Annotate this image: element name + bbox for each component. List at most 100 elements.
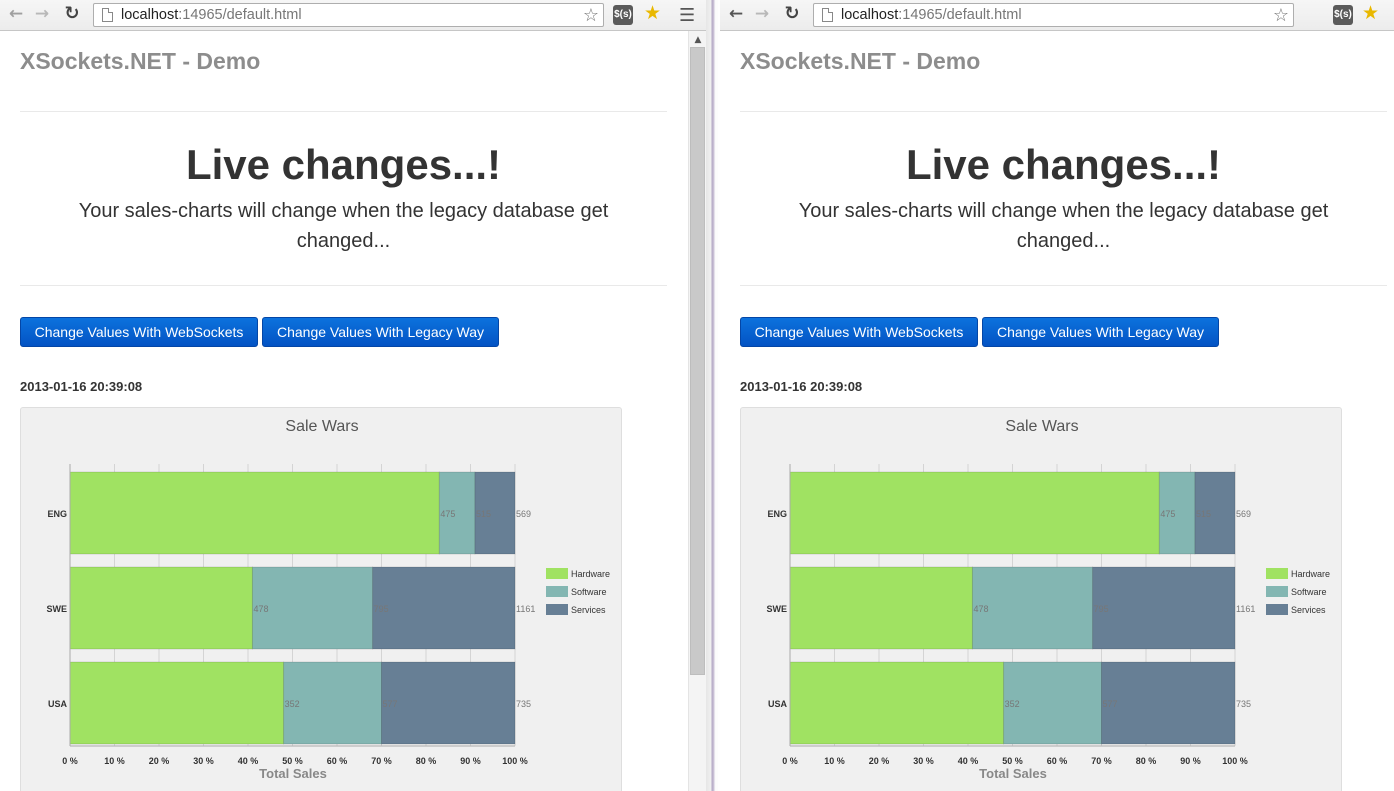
- desktop: ← → ↻ localhost:14965/default.html ☆ $(s…: [0, 0, 1394, 791]
- change-values-legacy-button[interactable]: Change Values With Legacy Way: [262, 317, 499, 347]
- browser-window-left: ← → ↻ localhost:14965/default.html ☆ $(s…: [0, 0, 706, 791]
- data-label: 352: [285, 699, 300, 709]
- legend-label[interactable]: Hardware: [1291, 569, 1330, 579]
- legend-label[interactable]: Software: [571, 587, 607, 597]
- x-tick-label: 70 %: [1091, 756, 1112, 766]
- y-tick-label: SWE: [766, 604, 787, 614]
- bar-services-usa[interactable]: [381, 661, 516, 745]
- bar-software-swe[interactable]: [971, 566, 1094, 650]
- x-tick-label: 20 %: [869, 756, 890, 766]
- bar-hardware-swe[interactable]: [69, 566, 253, 650]
- data-label: 475: [1160, 509, 1175, 519]
- y-tick-label: ENG: [47, 509, 67, 519]
- brand-title[interactable]: XSockets.NET - Demo: [20, 48, 260, 75]
- star-gold-icon[interactable]: ★: [1362, 2, 1379, 24]
- browser-toolbar: ← → ↻ localhost:14965/default.html ☆ $(s…: [0, 0, 706, 31]
- star-gold-icon[interactable]: ★: [644, 2, 661, 24]
- x-tick-label: 0 %: [782, 756, 798, 766]
- hero-subtitle: Your sales-charts will change when the l…: [78, 200, 609, 252]
- bar-hardware-eng[interactable]: [789, 471, 1160, 555]
- y-tick-label: SWE: [46, 604, 67, 614]
- change-values-legacy-button[interactable]: Change Values With Legacy Way: [982, 317, 1219, 347]
- total-label: 735: [516, 699, 531, 709]
- bar-services-swe[interactable]: [1092, 566, 1236, 650]
- forward-arrow-icon[interactable]: →: [752, 4, 772, 24]
- total-label: 1161: [516, 604, 535, 614]
- y-tick-label: USA: [768, 699, 788, 709]
- x-tick-label: 30 %: [913, 756, 934, 766]
- data-label: 515: [1196, 509, 1211, 519]
- legend-label[interactable]: Hardware: [571, 569, 610, 579]
- chart-title: Sale Wars: [1005, 418, 1078, 435]
- data-label: 515: [476, 509, 491, 519]
- x-tick-label: 20 %: [149, 756, 170, 766]
- bar-hardware-usa[interactable]: [789, 661, 1005, 745]
- x-tick-label: 100 %: [502, 756, 528, 766]
- data-label: 577: [383, 699, 398, 709]
- data-label: 795: [374, 604, 389, 614]
- chevron-up-icon[interactable]: ▲: [689, 33, 706, 47]
- bar-software-swe[interactable]: [251, 566, 374, 650]
- legend-label[interactable]: Software: [1291, 587, 1327, 597]
- x-tick-label: 50 %: [1002, 756, 1023, 766]
- bar-hardware-swe[interactable]: [789, 566, 973, 650]
- address-bar[interactable]: localhost:14965/default.html ☆: [813, 3, 1294, 27]
- chart-title: Sale Wars: [285, 418, 358, 435]
- legend-label[interactable]: Services: [571, 605, 606, 615]
- x-tick-label: 10 %: [104, 756, 125, 766]
- back-arrow-icon[interactable]: ←: [726, 4, 746, 24]
- divider: [740, 111, 1387, 112]
- total-label: 735: [1236, 699, 1251, 709]
- page-icon: [822, 8, 833, 22]
- back-arrow-icon[interactable]: ←: [6, 4, 26, 24]
- data-label: 475: [440, 509, 455, 519]
- url-text[interactable]: localhost:14965/default.html: [841, 7, 1022, 23]
- x-tick-label: 80 %: [1136, 756, 1157, 766]
- star-outline-icon[interactable]: ☆: [1273, 5, 1289, 26]
- legend-swatch: [546, 586, 568, 597]
- total-label: 569: [1236, 509, 1251, 519]
- menu-icon[interactable]: ☰: [679, 5, 695, 26]
- x-tick-label: 70 %: [371, 756, 392, 766]
- legend-label[interactable]: Services: [1291, 605, 1326, 615]
- change-values-websockets-button[interactable]: Change Values With WebSockets: [20, 317, 258, 347]
- legend-swatch: [1266, 586, 1288, 597]
- url-text[interactable]: localhost:14965/default.html: [121, 7, 302, 23]
- reload-icon[interactable]: ↻: [782, 4, 802, 24]
- scrollbar[interactable]: ▲: [688, 31, 706, 791]
- x-tick-label: 90 %: [460, 756, 481, 766]
- star-outline-icon[interactable]: ☆: [583, 5, 599, 26]
- extension-icon[interactable]: $(s): [613, 5, 633, 25]
- x-tick-label: 60 %: [1047, 756, 1068, 766]
- legend-swatch: [1266, 568, 1288, 579]
- divider: [20, 111, 667, 112]
- scrollbar-thumb[interactable]: [690, 47, 705, 675]
- legend-swatch: [546, 568, 568, 579]
- url-host: localhost: [121, 7, 179, 23]
- change-values-websockets-button[interactable]: Change Values With WebSockets: [740, 317, 978, 347]
- address-bar[interactable]: localhost:14965/default.html ☆: [93, 3, 604, 27]
- forward-arrow-icon[interactable]: →: [32, 4, 52, 24]
- bar-hardware-usa[interactable]: [69, 661, 285, 745]
- total-label: 1161: [1236, 604, 1255, 614]
- brand-title[interactable]: XSockets.NET - Demo: [740, 48, 980, 75]
- timestamp: 2013-01-16 20:39:08: [740, 379, 863, 394]
- window-divider: [706, 0, 720, 791]
- data-label: 577: [1103, 699, 1118, 709]
- x-tick-label: 50 %: [282, 756, 303, 766]
- legend-swatch: [546, 604, 568, 615]
- bar-services-swe[interactable]: [372, 566, 516, 650]
- bar-hardware-eng[interactable]: [69, 471, 440, 555]
- x-tick-label: 80 %: [416, 756, 437, 766]
- page-icon: [102, 8, 113, 22]
- url-path: :14965/default.html: [898, 7, 1022, 23]
- reload-icon[interactable]: ↻: [62, 4, 82, 24]
- x-axis-title: Total Sales: [259, 766, 327, 781]
- x-axis-title: Total Sales: [979, 766, 1047, 781]
- extension-icon[interactable]: $(s): [1333, 5, 1353, 25]
- y-tick-label: ENG: [767, 509, 787, 519]
- data-label: 478: [253, 604, 268, 614]
- x-tick-label: 40 %: [238, 756, 259, 766]
- bar-services-usa[interactable]: [1101, 661, 1236, 745]
- x-tick-label: 40 %: [958, 756, 979, 766]
